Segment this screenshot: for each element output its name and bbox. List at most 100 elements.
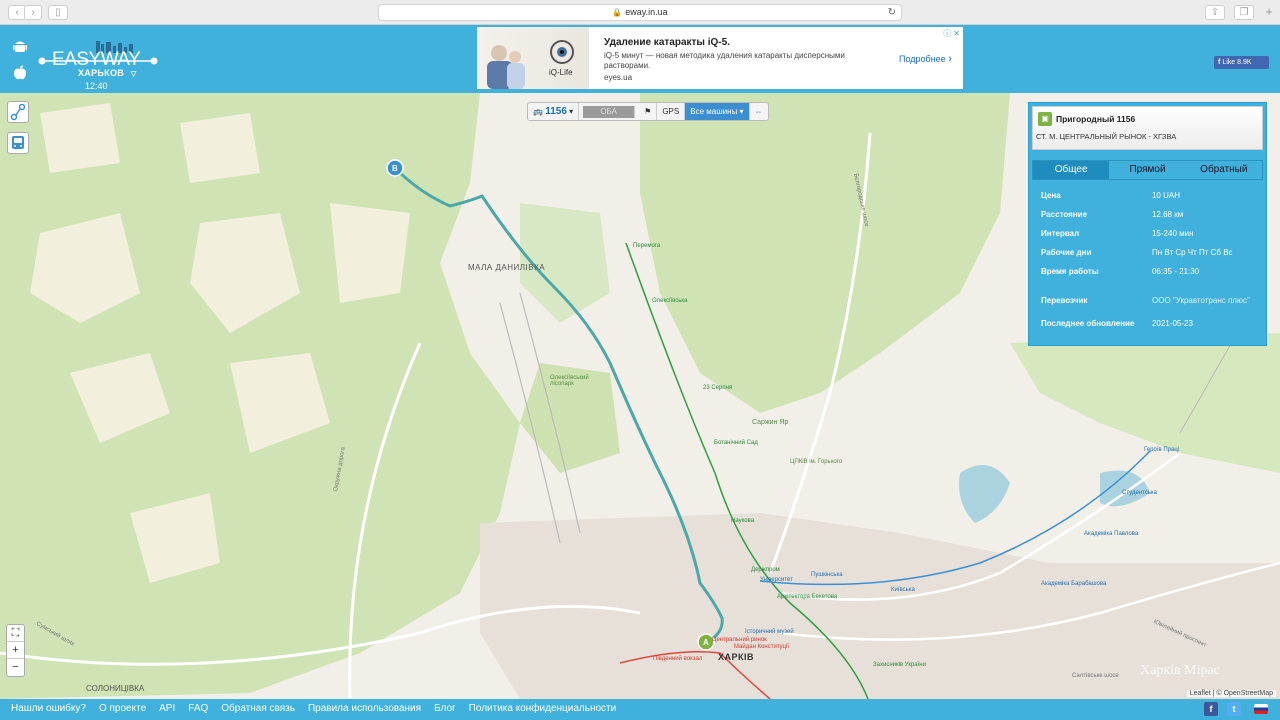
sidebar-toggle-icon[interactable]: ▯ [48, 5, 68, 20]
fit-route-icon[interactable]: ⇔ [750, 103, 768, 120]
footer-link-privacy[interactable]: Политика конфиденциальности [469, 703, 617, 714]
metro-studentska: Студентська [1122, 490, 1158, 496]
detail-value: 2021-05-23 [1151, 318, 1193, 328]
detail-value: Пн Вт Ср Чт Пт Сб Вс [1151, 248, 1233, 257]
new-tab-icon[interactable]: + [1262, 5, 1276, 20]
route-toolbar: 🚌 1156 ▾ ОБА ⚑ GPS Все машины ▾ ⇔ [527, 102, 769, 121]
metro-zakhysnykiv: Захисників України [873, 662, 926, 668]
twitter-icon[interactable]: t [1227, 702, 1241, 716]
address-bar[interactable]: 🔒 eway.in.ua ↻ [378, 4, 902, 21]
show-stops-icon[interactable]: ⚑ [639, 103, 658, 120]
zoom-controls: ⛶ + − [6, 624, 25, 677]
transport-list-button[interactable] [7, 132, 29, 154]
tabs-icon[interactable]: ❐ [1234, 5, 1254, 20]
map-label-kharkiv: ХАРКІВ [718, 652, 754, 662]
map-attribution[interactable]: Leaflet | © OpenStreetMap [1186, 690, 1276, 697]
ad-close-icon[interactable]: ⓘ ✕ [943, 28, 960, 39]
ad-banner[interactable]: iQ-Life Удаление катаракты iQ-5. iQ-5 ми… [477, 27, 963, 89]
footer-link-faq[interactable]: FAQ [188, 703, 208, 714]
route-tabs: Общее Прямой Обратный [1032, 160, 1263, 180]
marker-a-label[interactable]: A [703, 638, 709, 647]
metro-oleksiivska: Олексіївська [652, 298, 688, 304]
metro-istorychnyi: Історичний музей [745, 629, 794, 635]
metro-maidan: Майдан Конституції [734, 644, 790, 650]
ad-more-link[interactable]: Подробнее › [899, 53, 952, 65]
gps-button[interactable]: GPS [657, 103, 686, 120]
footer-link-blog[interactable]: Блог [434, 703, 456, 714]
detail-value[interactable]: ООО "Укравтотранс плюс" [1152, 296, 1261, 306]
share-icon[interactable]: ⇪ [1205, 5, 1225, 20]
metro-pivdennyi: Південний вокзал [653, 656, 703, 662]
route-subtitle: СТ. М. ЦЕНТРАЛЬНЫЙ РЫНОК - ХГЗВА [1036, 132, 1177, 141]
url-text: eway.in.ua [625, 7, 668, 17]
facebook-icon[interactable]: f [1204, 702, 1218, 716]
metro-heroiv-pratsi: Героїв Праці [1144, 447, 1180, 453]
route-info-panel: ▣ Пригородный 1156 СТ. М. ЦЕНТРАЛЬНЫЙ РЫ… [1028, 102, 1267, 346]
facebook-like-button[interactable]: f Like 8.9K [1214, 56, 1269, 69]
ad-image: iQ-Life [477, 27, 589, 89]
metro-pushkinska: Пушкінська [811, 572, 843, 578]
metro-naukova: Наукова [731, 518, 755, 524]
chevron-down-icon: ▽ [130, 71, 137, 78]
detail-value: 15-240 мин [1151, 229, 1194, 238]
chevron-right-icon: › [948, 53, 952, 65]
bus-icon: ▣ [1038, 112, 1052, 126]
direction-both-button[interactable]: ОБА [583, 105, 636, 118]
tab-general[interactable]: Общее [1033, 161, 1110, 179]
metro-botanichnyi: Ботанічний Сад [714, 440, 758, 446]
footer-link-api[interactable]: API [159, 703, 175, 714]
reload-icon[interactable]: ↻ [888, 5, 896, 20]
detail-label: Последнее обновление [1041, 318, 1135, 328]
metro-peremoha: Перемога [633, 243, 661, 249]
route-title: Пригородный 1156 [1056, 114, 1136, 124]
zoom-out-button[interactable]: − [7, 659, 24, 676]
tab-backward[interactable]: Обратный [1186, 161, 1262, 179]
route-icon [10, 103, 26, 121]
footer-link-feedback[interactable]: Обратная связь [221, 703, 295, 714]
site-footer: Нашли ошибку? О проекте API FAQ Обратная… [0, 699, 1280, 720]
map-label-sarzhyn-yar: Саржин Яр [752, 419, 789, 426]
android-icon[interactable] [13, 40, 27, 53]
map-label-saltivske: Салтівське шосе [1072, 673, 1119, 679]
detail-label: Расстояние [1041, 210, 1088, 219]
detail-label: Перевозчик [1041, 296, 1088, 305]
detail-label: Цена [1041, 191, 1061, 200]
route-number-selector[interactable]: 🚌 1156 ▾ [528, 103, 580, 120]
detail-label: Рабочие дни [1041, 248, 1092, 257]
detail-value: 10 UAH [1151, 191, 1180, 200]
apple-icon[interactable] [13, 65, 27, 80]
ad-description: iQ-5 минут — новая методика удаления кат… [604, 51, 845, 70]
map-watermark: Харків Мірас [1140, 663, 1220, 678]
zoom-in-button[interactable]: + [7, 642, 24, 659]
forward-icon[interactable]: › [24, 5, 42, 20]
language-flag-icon[interactable] [1254, 704, 1268, 714]
footer-links: Нашли ошибку? О проекте API FAQ Обратная… [11, 703, 616, 714]
metro-universytet: Університет [760, 577, 793, 583]
detail-label: Интервал [1041, 229, 1080, 238]
footer-link-terms[interactable]: Правила использования [308, 703, 421, 714]
tab-forward[interactable]: Прямой [1109, 161, 1185, 179]
map-label-solonytsivka: СОЛОНИЦІВКА [86, 684, 145, 693]
detail-label: Время работы [1041, 267, 1099, 276]
footer-link-about[interactable]: О проекте [99, 703, 146, 714]
city-selector[interactable]: ХАРЬКОВ ▽ [78, 68, 137, 78]
footer-link-report-error[interactable]: Нашли ошибку? [11, 703, 86, 714]
browser-toolbar: ‹ › ▯ 🔒 eway.in.ua ↻ ⇪ ❐ + [0, 0, 1280, 25]
lock-icon: 🔒 [612, 8, 623, 17]
clock: 12:40 [85, 81, 108, 91]
ad-domain[interactable]: eyes.ua [604, 73, 632, 82]
ad-brand: iQ-Life [549, 68, 573, 77]
map-label-oleksiivskyi-park: Олексіївський лісопарк [550, 375, 589, 387]
fullscreen-icon[interactable]: ⛶ [7, 625, 24, 642]
metro-akademika-pavlova: Академіка Павлова [1084, 531, 1139, 537]
ad-title[interactable]: Удаление катаракты iQ-5. [604, 37, 730, 48]
metro-tsentralnyi: Центральний ринок [712, 637, 767, 643]
metro-derzhprom: Держпром [751, 567, 780, 573]
marker-b-label[interactable]: B [392, 164, 398, 173]
facebook-icon: f [1218, 59, 1221, 66]
map[interactable]: B A МАЛА ДАНИЛІВКА ХАРКІВ СОЛОНИЦІВКА Пе… [0, 93, 1280, 699]
route-search-button[interactable] [7, 101, 29, 123]
metro-23-serpnia: 23 Серпня [703, 385, 733, 391]
vehicles-dropdown[interactable]: Все машины ▾ [685, 103, 750, 120]
detail-value: 12.68 км [1151, 210, 1184, 219]
